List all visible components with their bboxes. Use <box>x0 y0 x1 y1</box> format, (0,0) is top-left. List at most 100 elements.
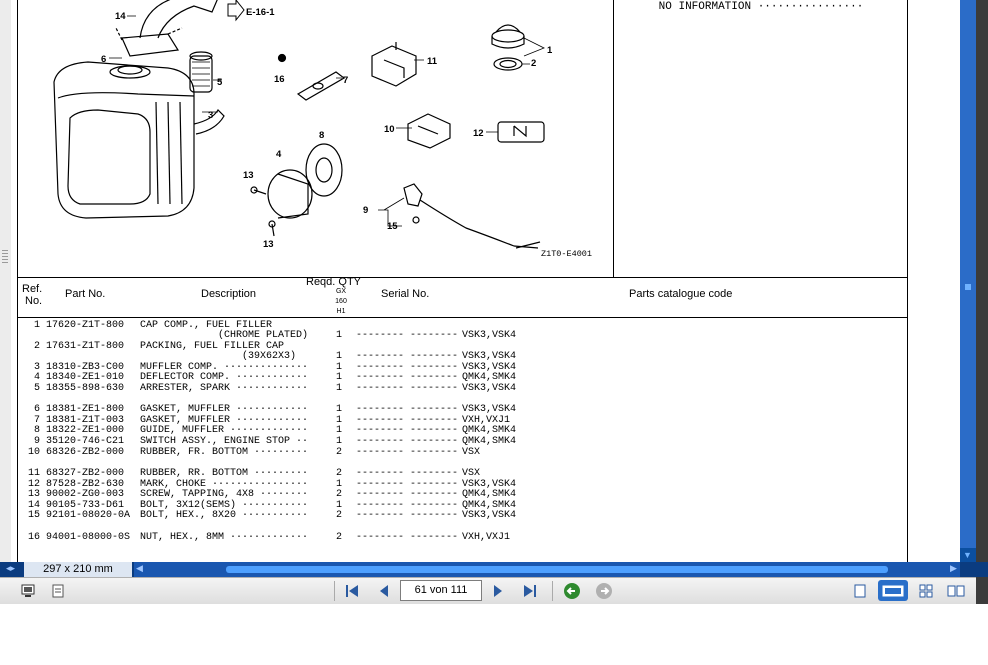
next-page-button[interactable] <box>486 580 510 601</box>
sidebar-toggle-button[interactable] <box>16 580 40 601</box>
serial-number-cell: -------- -------- <box>356 532 459 543</box>
scroll-right-arrow-icon[interactable]: ▶ <box>950 563 957 574</box>
prev-page-icon <box>380 584 388 597</box>
double-page-view-icon <box>947 585 965 596</box>
callout-1: 1 <box>547 45 553 56</box>
part-number-cell: 68326-ZB2-000 <box>46 447 125 458</box>
go-forward-button[interactable] <box>592 580 616 601</box>
table-row: 10 68326-ZB2-000 RUBBER, FR. BOTTOM ······… <box>18 447 907 458</box>
catalogue-code-cell: VSX <box>462 447 481 458</box>
vertical-scroll-track[interactable] <box>960 0 976 548</box>
catalogue-code-cell: QMK4,SMK4 <box>462 372 517 383</box>
quantity-cell: 1 <box>336 404 343 415</box>
table-row: (CHROME PLATED) 1 -------- -------- VSK3,VS… <box>18 330 907 341</box>
scroll-left-arrow-icon[interactable]: ◀ <box>136 563 143 574</box>
go-back-button[interactable] <box>560 580 584 601</box>
page-number-field[interactable]: 61 von 111 <box>400 580 482 601</box>
ref-cell: 4 <box>33 372 40 383</box>
table-row: 9 35120-746-C21 SWITCH ASSY., ENGINE STOP … <box>18 436 907 447</box>
table-row: 16 94001-08000-0S NUT, HEX., 8MM ·········… <box>18 532 907 543</box>
part-number-cell: 94001-08000-0S <box>46 532 131 543</box>
navigation-toolbar: 61 von 111 <box>0 577 976 605</box>
ref-cell: 15 <box>27 510 40 521</box>
header-catalogue-code: Parts catalogue code <box>629 288 733 300</box>
quantity-cell: 1 <box>336 372 343 383</box>
ref-cell: 6 <box>33 404 40 415</box>
document-page: 14 6 5 3 16 7 11 1 2 10 12 8 4 13 13 9 1… <box>11 0 960 565</box>
ref-cell: 10 <box>27 447 40 458</box>
quantity-cell: 2 <box>336 532 343 543</box>
info-panel: NO INFORMATION ················ <box>613 0 908 277</box>
callout-10: 10 <box>384 124 395 135</box>
window-edge <box>976 0 988 610</box>
callout-7: 7 <box>343 75 348 86</box>
horizontal-scrollbar[interactable]: ◂▸ 297 x 210 mm ◀ ▶ <box>0 562 988 577</box>
header-ref-line2: No. <box>25 295 43 307</box>
panel-toggle-icon[interactable]: ◂▸ <box>6 563 15 574</box>
header-serial-no: Serial No. <box>381 288 430 300</box>
description-cell: SWITCH ASSY., ENGINE STOP ·· <box>140 436 309 447</box>
thumbnails-button[interactable] <box>46 580 70 601</box>
table-row: 15 92101-08020-0A BOLT, HEX., 8X20 ·······… <box>18 510 907 521</box>
callout-4: 4 <box>276 149 282 160</box>
part-number-cell: 68327-ZB2-000 <box>46 468 125 479</box>
callout-13-upper: 13 <box>243 170 254 181</box>
table-row: 6 18381-ZE1-800 GASKET, MUFFLER ··········… <box>18 404 907 415</box>
serial-number-cell: -------- -------- <box>356 489 459 500</box>
serial-number-cell: -------- -------- <box>356 330 459 341</box>
header-qty-gx: GX <box>335 288 347 295</box>
single-page-view-button[interactable] <box>848 580 872 601</box>
go-back-icon <box>564 582 580 599</box>
ref-cell: 8 <box>33 425 40 436</box>
part-number-cell: 18322-ZE1-000 <box>46 425 125 436</box>
table-row: 11 68327-ZB2-000 RUBBER, RR. BOTTOM ······… <box>18 468 907 479</box>
catalogue-code-cell: QMK4,SMK4 <box>462 425 517 436</box>
splitter-grip-icon[interactable] <box>2 250 8 264</box>
description-cell: DEFLECTOR COMP. ············ <box>140 372 309 383</box>
grid-view-button[interactable] <box>914 580 938 601</box>
table-row: 8 18322-ZE1-000 GUIDE, MUFFLER ···········… <box>18 425 907 436</box>
fit-width-view-button[interactable] <box>878 580 908 601</box>
last-page-button[interactable] <box>518 580 542 601</box>
header-qty-160: 160 <box>335 298 347 305</box>
description-cell: (39X62X3) <box>140 351 297 362</box>
quantity-cell: 1 <box>336 383 343 394</box>
callout-2: 2 <box>531 58 536 69</box>
scroll-down-arrow-icon[interactable]: ▼ <box>963 550 972 560</box>
catalogue-code-cell: VXH,VXJ1 <box>462 532 511 543</box>
vertical-scroll-thumb[interactable] <box>965 284 971 290</box>
drawing-code: Z1T0-E4001 <box>541 249 592 259</box>
callout-16: 16 <box>274 74 285 85</box>
quantity-cell: 2 <box>336 468 343 479</box>
quantity-cell: 1 <box>336 425 343 436</box>
table-row: 4 18340-ZE1-010 DEFLECTOR COMP. ··········… <box>18 372 907 383</box>
first-page-button[interactable] <box>340 580 364 601</box>
no-information-text: NO INFORMATION ················ <box>658 1 864 13</box>
quantity-cell: 1 <box>336 436 343 447</box>
cross-reference-link[interactable]: E-16-1 <box>246 7 275 18</box>
header-part-no: Part No. <box>65 288 106 300</box>
serial-number-cell: -------- -------- <box>356 436 459 447</box>
catalogue-code-cell: QMK4,SMK4 <box>462 489 517 500</box>
quantity-cell: 2 <box>336 489 343 500</box>
ref-cell: 16 <box>27 532 40 543</box>
double-page-view-button[interactable] <box>944 580 968 601</box>
horizontal-scroll-thumb[interactable] <box>226 566 888 573</box>
vertical-scrollbar[interactable]: ▼ <box>960 0 976 562</box>
next-page-icon <box>494 584 502 597</box>
description-cell: ARRESTER, SPARK ············ <box>140 383 309 394</box>
prev-page-button[interactable] <box>372 580 396 601</box>
part-number-cell: 18340-ZE1-010 <box>46 372 125 383</box>
header-ref-line1: Ref. <box>22 283 43 295</box>
callout-6: 6 <box>101 54 106 65</box>
monitor-icon <box>21 584 35 597</box>
blank-area <box>0 604 988 665</box>
grid-view-icon <box>919 584 933 597</box>
callout-14: 15 <box>387 221 398 232</box>
table-top-divider <box>18 277 907 278</box>
quantity-cell: 2 <box>336 447 343 458</box>
catalogue-code-cell: VSK3,VSK4 <box>462 351 517 362</box>
table-header-divider <box>18 317 907 318</box>
catalogue-code-cell: VSK3,VSK4 <box>462 330 517 341</box>
single-page-view-icon <box>854 584 866 597</box>
